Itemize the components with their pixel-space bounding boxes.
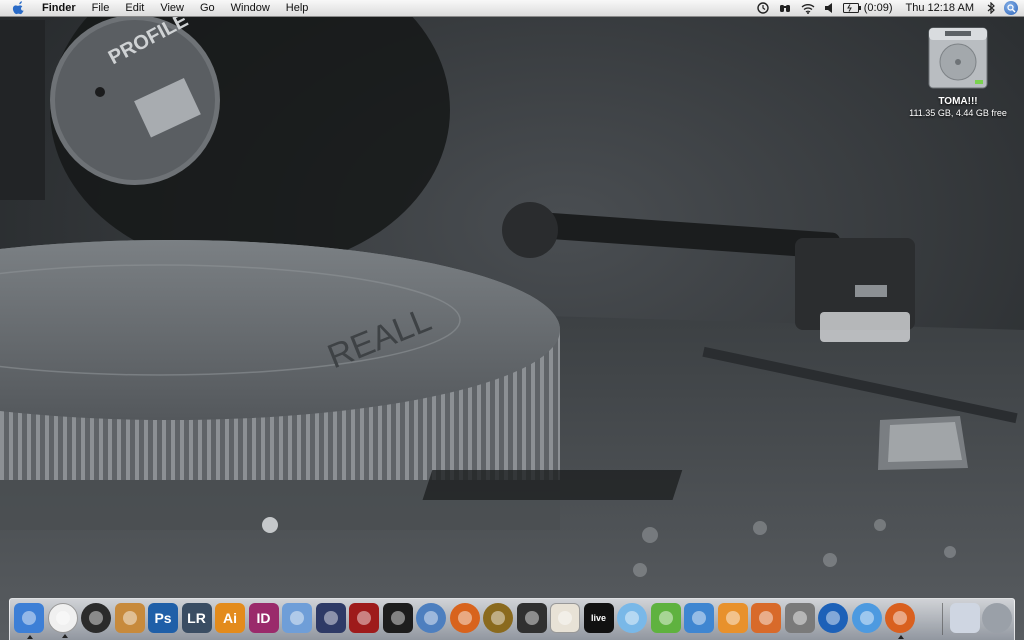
- spotlight-icon[interactable]: [1004, 1, 1018, 15]
- recycle-glyph: [424, 611, 438, 625]
- film-icon[interactable]: [349, 603, 379, 633]
- pages-glyph: [725, 611, 740, 625]
- menu-bar: Finder File Edit View Go Window Help (0:…: [0, 0, 1024, 17]
- iphoto-glyph: [122, 611, 137, 625]
- indesign-icon[interactable]: ID: [248, 603, 279, 633]
- apple-menu-icon[interactable]: [12, 1, 26, 15]
- iphoto-icon[interactable]: [114, 603, 145, 633]
- desktop-drive[interactable]: TOMA!!! 111.35 GB, 4.44 GB free: [896, 24, 1020, 118]
- battery-time: (0:09): [863, 2, 893, 14]
- running-indicator: [898, 635, 904, 639]
- firefox-icon[interactable]: [885, 603, 915, 639]
- dashcode-glyph: [658, 611, 673, 625]
- menu-edit[interactable]: Edit: [117, 0, 152, 16]
- megaphone-glyph: [558, 611, 572, 625]
- finder-icon[interactable]: [14, 603, 44, 639]
- drive-name: TOMA!!!: [938, 96, 978, 107]
- time-machine-icon[interactable]: [752, 2, 774, 14]
- indesign-glyph: ID: [256, 610, 271, 626]
- wifi-icon[interactable]: [796, 3, 820, 14]
- menu-window[interactable]: Window: [223, 0, 278, 16]
- wiimote-glyph: [692, 611, 706, 625]
- menu-extras: (0:09) Thu 12:18 AM: [752, 0, 1024, 16]
- adium-glyph: [55, 611, 70, 625]
- ableton-live-glyph: live: [590, 613, 606, 623]
- battery-status[interactable]: (0:09): [838, 2, 898, 14]
- finder-glyph: [22, 611, 36, 625]
- photoshop-glyph: Ps: [154, 610, 172, 626]
- illustrator-icon[interactable]: Ai: [215, 603, 245, 633]
- dvd-player-icon[interactable]: [516, 603, 547, 633]
- running-indicator: [27, 635, 33, 639]
- dvd-studio-icon[interactable]: [818, 603, 848, 633]
- reason-glyph: [457, 611, 472, 625]
- hard-drive-icon: [927, 24, 989, 90]
- numbers-icon[interactable]: [282, 603, 312, 633]
- lightroom-icon[interactable]: LR: [181, 603, 212, 633]
- dvd-player-glyph: [524, 611, 539, 625]
- menu-help[interactable]: Help: [278, 0, 317, 16]
- bluetooth-icon[interactable]: [982, 2, 1000, 14]
- dock-separator: [942, 603, 943, 635]
- adium-icon[interactable]: [47, 603, 78, 638]
- lightroom-glyph: LR: [187, 610, 206, 626]
- drive-capacity: 111.35 GB, 4.44 GB free: [909, 108, 1007, 118]
- menubar-clock[interactable]: Thu 12:18 AM: [898, 2, 983, 14]
- clapperboard-glyph: [390, 611, 405, 625]
- dock: Ps LR Ai ID live: [9, 598, 1015, 640]
- logic-icon[interactable]: [483, 603, 513, 633]
- battery-icon: [842, 3, 861, 13]
- reason-icon[interactable]: [449, 603, 480, 633]
- menu-view[interactable]: View: [152, 0, 192, 16]
- imovie-icon[interactable]: [784, 603, 815, 633]
- binoculars-icon[interactable]: [774, 2, 796, 14]
- menu-finder[interactable]: Finder: [34, 0, 84, 16]
- photoshop-icon[interactable]: Ps: [148, 603, 178, 633]
- aperture-glyph: [89, 611, 103, 625]
- film-glyph: [357, 611, 371, 625]
- ableton-live-icon[interactable]: live: [583, 603, 614, 633]
- megaphone-icon[interactable]: [550, 603, 580, 633]
- dashcode-icon[interactable]: [650, 603, 681, 633]
- firefox-glyph: [893, 611, 907, 625]
- logic-glyph: [491, 611, 505, 625]
- safari-glyph: [859, 611, 874, 625]
- clapperboard-icon[interactable]: [382, 603, 413, 633]
- trash-icon[interactable]: [982, 603, 1012, 633]
- itunes-icon[interactable]: [617, 603, 647, 633]
- imovie-glyph: [792, 611, 807, 625]
- downloads-stack-icon[interactable]: [950, 603, 980, 633]
- pages-icon[interactable]: [717, 603, 748, 633]
- safari-icon[interactable]: [851, 603, 882, 633]
- pen-tool-glyph: [323, 611, 338, 625]
- keynote-glyph: [759, 611, 773, 625]
- itunes-glyph: [625, 611, 639, 625]
- pen-tool-icon[interactable]: [315, 603, 346, 633]
- aperture-icon[interactable]: [81, 603, 111, 633]
- desktop-wallpaper: PROFILE REALL: [0, 0, 1024, 640]
- illustrator-glyph: Ai: [223, 610, 237, 626]
- dvd-studio-glyph: [826, 611, 840, 625]
- menu-go[interactable]: Go: [192, 0, 223, 16]
- recycle-icon[interactable]: [416, 603, 446, 633]
- numbers-glyph: [290, 611, 304, 625]
- volume-icon[interactable]: [820, 3, 838, 13]
- keynote-icon[interactable]: [751, 603, 781, 633]
- dock-apps: Ps LR Ai ID live: [14, 603, 919, 639]
- wiimote-icon[interactable]: [684, 603, 714, 633]
- menu-file[interactable]: File: [84, 0, 118, 16]
- running-indicator: [61, 634, 68, 638]
